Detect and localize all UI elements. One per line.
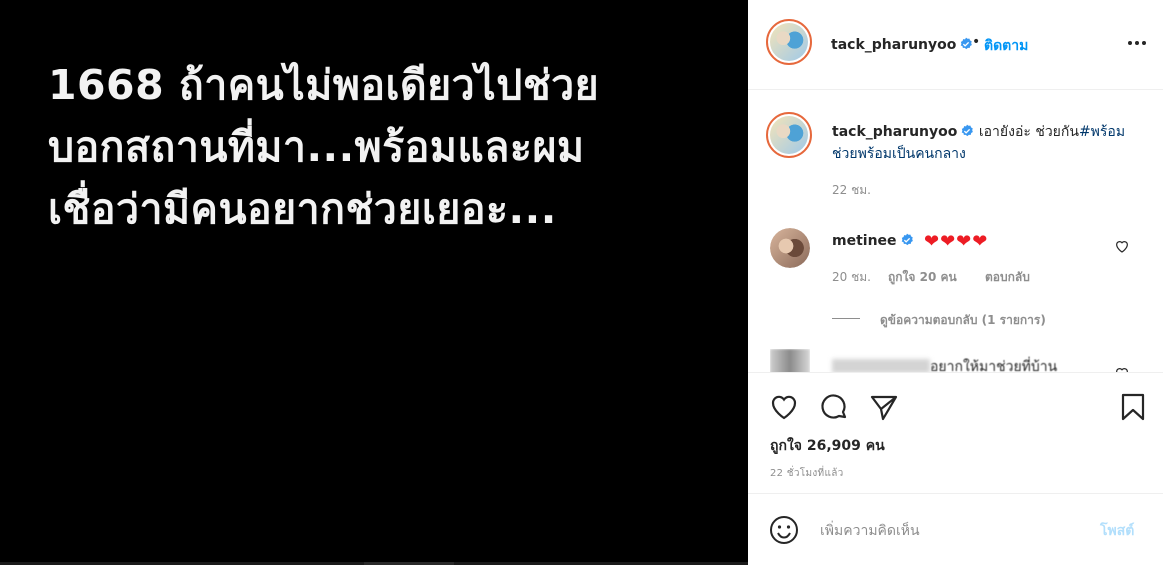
like-comment-icon[interactable]	[1114, 238, 1130, 254]
comment-time: 20 ชม.	[832, 270, 871, 284]
post-sidebar: tack_pharunyoo • ติดตาม tack_pharunyoo เ…	[748, 0, 1163, 565]
comment-likes[interactable]: ถูกใจ 20 คน	[888, 268, 957, 287]
post-actions: ถูกใจ 26,909 คน 22 ชั่วโมงที่แล้ว	[748, 373, 1163, 493]
post-time: 22 ชั่วโมงที่แล้ว	[770, 468, 844, 479]
bookmark-icon[interactable]	[1117, 391, 1149, 423]
caption: tack_pharunyoo เอายังอ่ะ ช่วยกัน#พร้อมช่…	[832, 121, 1132, 165]
view-replies-button[interactable]: ดูข้อความตอบกลับ (1 รายการ)	[880, 311, 1046, 330]
post-text-line: บอกสถานที่มา...พร้อมและผม	[48, 123, 585, 171]
divider	[832, 318, 860, 319]
comment-text: อยากให้มาช่วยที่บ้าน	[930, 359, 1058, 373]
likes-count[interactable]: ถูกใจ 26,909 คน	[770, 435, 885, 457]
reply-button[interactable]: ตอบกลับ	[985, 268, 1030, 287]
avatar[interactable]	[770, 228, 810, 268]
avatar[interactable]	[766, 19, 812, 65]
comment-icon[interactable]	[818, 391, 850, 423]
add-comment-bar: เพิ่มความคิดเห็น โพสต์	[748, 493, 1163, 565]
post-text-line: เชื่อว่ามีคนอยากช่วยเยอะ...	[48, 185, 557, 233]
share-icon[interactable]	[868, 391, 900, 423]
comment: metinee ❤❤❤❤	[832, 231, 988, 252]
avatar[interactable]	[770, 349, 810, 372]
caption-text: เอายังอ่ะ ช่วยกัน	[978, 124, 1079, 140]
follow-button[interactable]: ติดตาม	[984, 35, 1028, 57]
verified-icon	[962, 124, 974, 137]
post-text-line: 1668 ถ้าคนไม่พอเดียวไปช่วย	[48, 61, 600, 109]
more-options-icon[interactable]	[1125, 32, 1149, 52]
comment-text: ❤❤❤❤	[923, 231, 989, 252]
comment-username	[832, 359, 930, 372]
post-image[interactable]: 1668 ถ้าคนไม่พอเดียวไปช่วย บอกสถานที่มา.…	[0, 0, 748, 565]
caption-time: 22 ชม.	[832, 183, 871, 197]
comment-input[interactable]: เพิ่มความคิดเห็น	[820, 520, 920, 542]
header-user: tack_pharunyoo	[831, 34, 973, 53]
comments-list[interactable]: tack_pharunyoo เอายังอ่ะ ช่วยกัน#พร้อมช่…	[748, 91, 1163, 373]
separator-dot: •	[972, 34, 981, 50]
comment: อยากให้มาช่วยที่บ้าน	[832, 356, 1058, 373]
verified-icon	[901, 233, 913, 246]
post-header: tack_pharunyoo • ติดตาม	[748, 0, 1163, 90]
like-comment-icon[interactable]	[1114, 365, 1130, 373]
header-username[interactable]: tack_pharunyoo	[831, 37, 956, 53]
avatar[interactable]	[766, 112, 812, 158]
heart-icon[interactable]	[768, 391, 800, 423]
emoji-icon[interactable]	[768, 514, 800, 546]
post-comment-button[interactable]: โพสต์	[1100, 520, 1134, 542]
caption-username[interactable]: tack_pharunyoo	[832, 124, 957, 140]
post-text: 1668 ถ้าคนไม่พอเดียวไปช่วย บอกสถานที่มา.…	[48, 54, 738, 240]
comment-username[interactable]: metinee	[832, 233, 897, 249]
